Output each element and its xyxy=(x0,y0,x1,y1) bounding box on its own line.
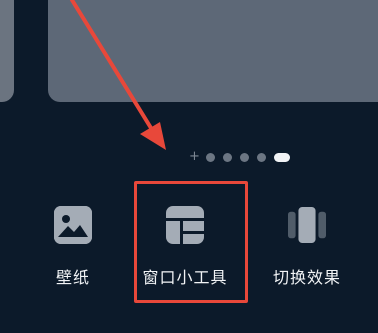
home-edit-screen: + 壁纸 窗口小工具 切换效果 xyxy=(0,0,378,333)
pointer-arrow-icon xyxy=(70,0,166,150)
